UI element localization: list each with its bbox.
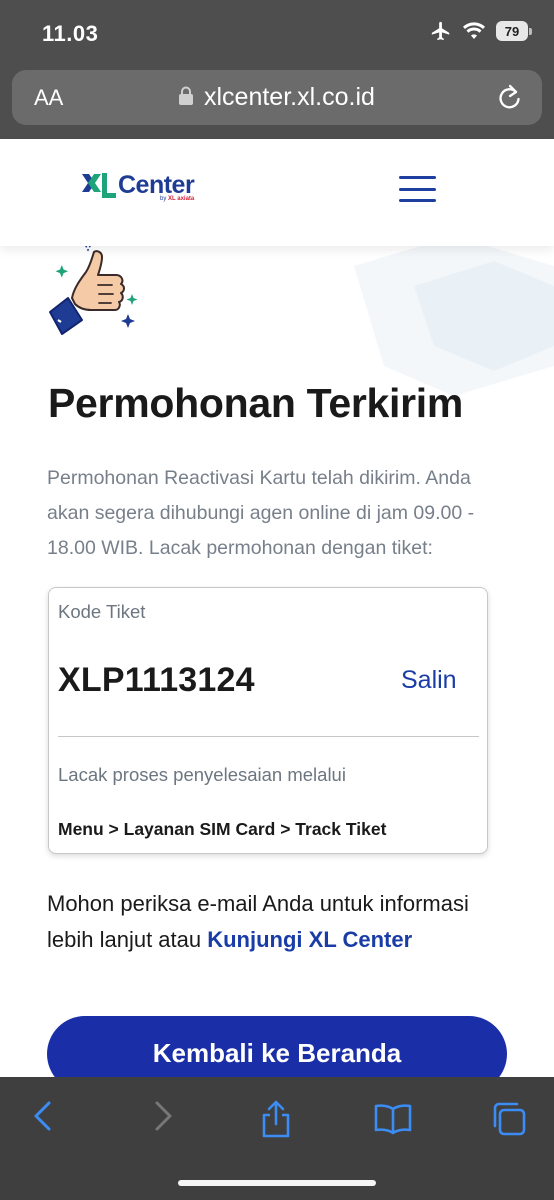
address-bar[interactable]: AA xlcenter.xl.co.id — [12, 70, 542, 125]
back-icon[interactable] — [30, 1099, 56, 1133]
ticket-code: XLP1113124 — [58, 661, 255, 699]
url-text[interactable]: xlcenter.xl.co.id — [204, 83, 375, 112]
status-time: 11.03 — [42, 21, 99, 46]
site-header: Center by XL axiata — [0, 139, 554, 246]
copy-button[interactable]: Salin — [401, 666, 457, 695]
logo-subtext: by XL axiata — [160, 196, 195, 202]
airplane-icon — [431, 21, 450, 41]
track-label: Lacak proses penyelesaian melalui — [58, 764, 346, 785]
browser-chrome: 11.03 79 AA xlcenter.xl.co.id — [0, 0, 554, 139]
track-path: Menu > Layanan SIM Card > Track Tiket — [58, 819, 387, 839]
forward-icon[interactable] — [150, 1099, 176, 1133]
email-note: Mohon periksa e-mail Anda untuk informas… — [47, 886, 517, 957]
xl-center-logo[interactable]: Center by XL axiata — [80, 170, 195, 202]
battery-indicator: 79 — [496, 21, 532, 41]
menu-button[interactable] — [399, 176, 436, 202]
ticket-label: Kode Tiket — [58, 601, 146, 622]
home-indicator — [178, 1180, 376, 1186]
page-title: Permohonan Terkirim — [48, 380, 464, 426]
reload-icon[interactable] — [496, 83, 522, 111]
status-icons: 79 — [430, 20, 532, 42]
lock-icon — [179, 86, 193, 105]
bookmarks-icon[interactable] — [373, 1103, 413, 1135]
text-size-button[interactable]: AA — [34, 85, 63, 111]
battery-level: 79 — [496, 21, 528, 41]
tabs-icon[interactable] — [490, 1100, 528, 1138]
ticket-card: Kode Tiket XLP1113124 Salin Lacak proses… — [48, 587, 488, 854]
card-divider — [58, 736, 479, 737]
wifi-icon — [463, 22, 485, 39]
visit-xl-center-link[interactable]: Kunjungi XL Center — [207, 927, 412, 952]
page-description: Permohonan Reactivasi Kartu telah dikiri… — [47, 467, 475, 559]
share-icon[interactable] — [258, 1099, 294, 1139]
thumbs-up-illustration — [49, 242, 138, 335]
xl-logo-mark — [82, 173, 116, 198]
